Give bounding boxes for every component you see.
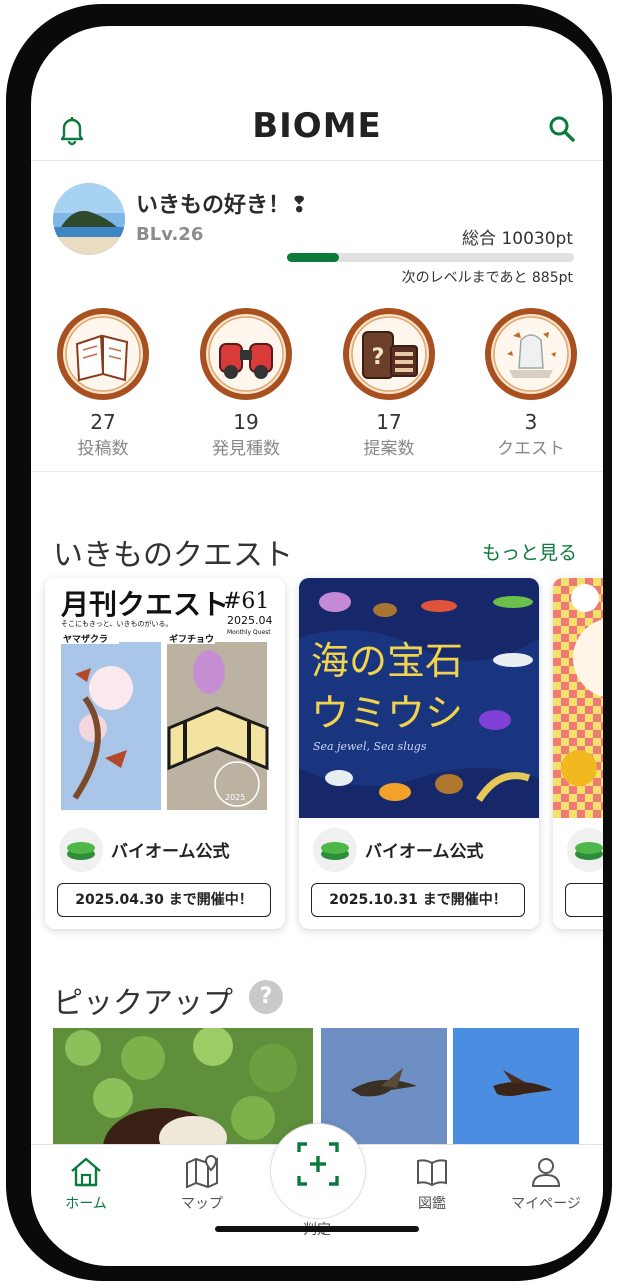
search-icon[interactable] — [545, 112, 579, 146]
quest-card-title: 海の宝石 — [311, 639, 463, 683]
tab-home[interactable]: ホーム — [41, 1155, 131, 1213]
butterfly-medal-icon — [485, 308, 577, 400]
avatar[interactable] — [53, 183, 125, 255]
org-logo-icon — [313, 828, 357, 872]
home-indicator[interactable] — [215, 1226, 419, 1232]
quest-card-caption: そこにもきっと、いきものがいる。 — [61, 619, 172, 628]
tab-label: 図鑑 — [418, 1196, 446, 1212]
tab-label: ホーム — [65, 1196, 107, 1212]
stats-row: 27 投稿数 19 発見種数 ? 17 提案数 3 クエスト — [31, 306, 603, 459]
phone-question-medal-icon: ? — [343, 308, 435, 400]
stat-posts[interactable]: 27 投稿数 — [43, 306, 163, 459]
org-logo-icon — [567, 828, 603, 872]
total-points: 総合 10030pt — [462, 229, 573, 249]
stat-label: 発見種数 — [212, 439, 280, 459]
stat-value: 17 — [376, 410, 402, 434]
person-icon — [531, 1158, 561, 1187]
level-progress-fill — [287, 253, 339, 262]
org-logo-icon — [59, 828, 103, 872]
quest-card-badge: 2025 — [225, 793, 245, 802]
tab-label: マップ — [181, 1196, 223, 1212]
quest-card-sub: Sea jewel, Sea slugs — [313, 740, 427, 753]
quest-card-image: 月刊クエスト #61 2025.04 Monthly Quest そこにもきっと… — [45, 578, 285, 818]
quest-card-right-label: ギフチョウ — [169, 633, 214, 645]
deadline-badge: 2025.10.31 まで開催中！ — [311, 883, 525, 917]
quest-card[interactable]: 月刊クエスト #61 2025.04 Monthly Quest そこにもきっと… — [45, 578, 285, 929]
org-name: バイオーム公式 — [365, 842, 484, 862]
quest-card-image: 海の宝石 ウミウシ Sea jewel, Sea slugs — [299, 578, 539, 818]
user-level: BLv.26 — [136, 224, 204, 245]
org-name: バイオーム公式 — [111, 842, 230, 862]
app-screen: BIOME いきもの好き！❢ BLv.26 総合 10030pt 次のレベルまで… — [31, 26, 603, 1266]
map-icon — [186, 1155, 218, 1189]
notebook-medal-icon — [57, 308, 149, 400]
quest-card-sub: Monthly Quest — [227, 629, 271, 636]
stat-proposals[interactable]: ? 17 提案数 — [329, 306, 449, 459]
phone-frame: BIOME いきもの好き！❢ BLv.26 総合 10030pt 次のレベルまで… — [6, 4, 612, 1281]
tab-mypage[interactable]: マイページ — [501, 1155, 591, 1213]
app-header: BIOME — [31, 86, 603, 161]
stat-quests[interactable]: 3 クエスト — [471, 306, 591, 459]
stat-value: 3 — [524, 410, 538, 434]
bottom-tab-bar: ホーム マップ 図鑑 マイページ — [31, 1123, 603, 1266]
deadline-badge: 2025.04.30 まで開催中！ — [57, 883, 271, 917]
stat-label: 投稿数 — [77, 439, 129, 459]
stat-value: 19 — [233, 410, 259, 434]
quest-card-title: 月刊クエスト — [60, 588, 229, 621]
tab-encyclopedia[interactable]: 図鑑 — [387, 1155, 477, 1213]
quest-card[interactable]: 海の宝石 ウミウシ Sea jewel, Sea slugs バイオーム公式 2… — [299, 578, 539, 929]
pickup-section-title: ピックアップ — [53, 986, 233, 1021]
app-logo: BIOME — [252, 106, 382, 146]
book-icon — [417, 1159, 447, 1187]
quest-card-date: 2025.04 — [227, 614, 273, 627]
next-level-text: 次のレベルまであと 885pt — [401, 270, 573, 286]
see-more-link[interactable]: もっと見る — [482, 538, 577, 565]
quest-card-image — [553, 578, 603, 818]
stat-label: クエスト — [497, 439, 565, 459]
stat-species[interactable]: 19 発見種数 — [186, 306, 306, 459]
quest-card-left-label: ヤマザクラ — [63, 634, 108, 645]
scan-button[interactable] — [270, 1123, 366, 1219]
help-icon[interactable]: ? — [249, 980, 283, 1014]
svg-text:?: ? — [372, 345, 385, 370]
quest-card[interactable]: 20 — [553, 578, 603, 929]
profile-section: いきもの好き！❢ BLv.26 総合 10030pt 次のレベルまであと 885… — [31, 161, 603, 472]
quest-card-subtitle: ウミウシ — [311, 691, 463, 735]
deadline-badge: 20 — [565, 883, 603, 917]
binoculars-medal-icon — [200, 308, 292, 400]
user-name: いきもの好き！❢ — [136, 193, 309, 218]
tab-label: マイページ — [511, 1196, 581, 1212]
quest-carousel[interactable]: 月刊クエスト #61 2025.04 Monthly Quest そこにもきっと… — [45, 578, 603, 938]
stat-label: 提案数 — [363, 439, 415, 459]
level-progress-bar — [287, 253, 574, 262]
tab-map[interactable]: マップ — [157, 1155, 247, 1213]
quest-card-number: #61 — [223, 589, 269, 614]
stat-value: 27 — [90, 410, 116, 434]
quest-section-title: いきものクエスト — [53, 538, 293, 573]
scan-icon — [297, 1142, 339, 1186]
home-icon — [71, 1157, 101, 1187]
help-icon-glyph: ? — [249, 980, 283, 1014]
